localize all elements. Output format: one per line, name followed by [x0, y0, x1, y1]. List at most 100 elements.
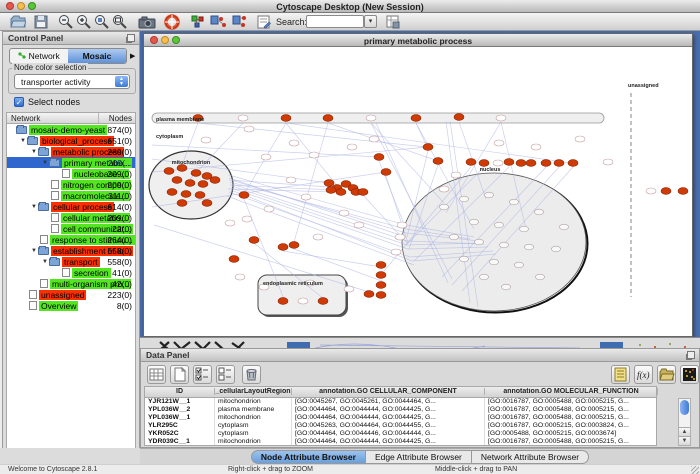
tab-node-attribute-browser[interactable]: Node Attribute Browser — [251, 450, 366, 464]
graph-node-unselected[interactable] — [450, 234, 459, 240]
graph-node-selected[interactable] — [289, 242, 299, 249]
data-table-cell[interactable]: mitochondrion — [215, 438, 292, 446]
graph-node-unselected[interactable] — [520, 226, 529, 232]
graph-node-selected[interactable] — [185, 180, 195, 187]
graph-node-selected[interactable] — [323, 115, 333, 122]
graph-node-unselected[interactable] — [531, 144, 541, 150]
tree-row[interactable]: macromolecule...311(0) — [7, 190, 135, 201]
background-window-strip[interactable] — [140, 337, 700, 348]
function-builder-icon[interactable]: f(x) — [634, 365, 653, 384]
combobox-stepper-icon[interactable]: ▲▼ — [115, 76, 128, 87]
data-column-header[interactable]: ID — [145, 388, 215, 395]
data-column-header[interactable]: annotation.GO MOLECULAR_FUNCTION — [485, 388, 658, 395]
tree-row[interactable]: unassigned223(0) — [7, 289, 135, 300]
graph-node-unselected[interactable] — [460, 196, 469, 202]
tab-network-attribute-browser[interactable]: Network Attribute Browser — [472, 450, 589, 464]
zoom-in-icon[interactable] — [76, 14, 92, 30]
graph-node-unselected[interactable] — [646, 188, 656, 194]
graph-node-selected[interactable] — [466, 159, 476, 166]
search-dropdown-icon[interactable]: ▾ — [364, 15, 377, 28]
tree-row[interactable]: ▼metabolic process280(0) — [7, 146, 135, 157]
graph-node-selected[interactable] — [554, 160, 564, 167]
data-table-cell[interactable]: cytoplasm — [215, 422, 292, 430]
graph-node-selected[interactable] — [167, 189, 177, 196]
tree-row[interactable]: mosaic-demo-yeast874(0) — [7, 124, 135, 135]
graph-node-unselected[interactable] — [225, 220, 235, 226]
tree-row[interactable]: cell communicat...22(0) — [7, 223, 135, 234]
data-table-cell[interactable]: [GO:0005488, GO:0005215, GO:0003674] — [485, 430, 657, 438]
first-neighbors-icon[interactable] — [210, 14, 226, 30]
scrollbar-thumb[interactable] — [680, 400, 689, 415]
graph-node-unselected[interactable] — [525, 244, 534, 250]
tree-row[interactable]: nitrogen compo...209(0) — [7, 179, 135, 190]
tree-column-network[interactable]: Network — [7, 113, 99, 123]
data-column-header[interactable]: _cellularLayoutRegion — [215, 388, 292, 395]
tree-row[interactable]: ▼transport558(0) — [7, 256, 135, 267]
graph-node-unselected[interactable] — [354, 222, 364, 228]
graph-node-selected[interactable] — [661, 188, 671, 195]
graph-node-selected[interactable] — [336, 189, 346, 196]
graph-node-selected[interactable] — [526, 160, 536, 167]
data-table-cell[interactable]: mitochondrion — [215, 398, 292, 406]
graph-node-unselected[interactable] — [500, 242, 509, 248]
graph-node-selected[interactable] — [376, 292, 386, 299]
graph-node-selected[interactable] — [210, 177, 220, 184]
graph-node-selected[interactable] — [164, 168, 174, 175]
tab-edge-attribute-browser[interactable]: Edge Attribute Browser — [366, 450, 472, 464]
graph-node-selected[interactable] — [326, 187, 336, 194]
graph-node-unselected[interactable] — [494, 140, 504, 146]
tree-row[interactable]: Overview8(0) — [7, 300, 135, 311]
graph-node-selected[interactable] — [454, 114, 464, 121]
data-table-cell[interactable]: [GO:0044464, GO:0044444, GO:0044425, G..… — [292, 414, 485, 422]
tab-overflow-icon[interactable]: ▶ — [130, 52, 135, 60]
graph-node-unselected[interactable] — [264, 206, 274, 212]
graph-node-selected[interactable] — [364, 291, 374, 298]
graph-node-selected[interactable] — [278, 298, 288, 305]
zoom-fit-icon[interactable] — [112, 14, 128, 30]
graph-node-unselected[interactable] — [238, 115, 248, 121]
graph-node-unselected[interactable] — [515, 262, 524, 268]
graph-node-unselected[interactable] — [395, 234, 405, 240]
graph-node-selected[interactable] — [568, 160, 578, 167]
data-table-cell[interactable]: YPL036W__2 — [145, 406, 215, 414]
data-table-row[interactable]: YKR052Ccytoplasm[GO:0044464, GO:0044446,… — [145, 430, 656, 438]
graph-node-selected[interactable] — [278, 244, 288, 251]
graph-node-unselected[interactable] — [475, 239, 484, 245]
tree-row[interactable]: cellular metabo...209(0) — [7, 212, 135, 223]
data-table-cell[interactable]: YPL036W__1 — [145, 414, 215, 422]
select-mode-icon[interactable] — [190, 14, 206, 30]
graph-node-unselected[interactable] — [480, 274, 489, 280]
data-column-header[interactable]: annotation.GO CELLULAR_COMPONENT — [292, 388, 485, 395]
annotations-icon[interactable] — [256, 14, 272, 30]
resize-grip[interactable] — [691, 466, 699, 474]
graph-node-unselected[interactable] — [496, 115, 506, 121]
graph-node-unselected[interactable] — [603, 159, 613, 165]
data-table-cell[interactable]: [GO:0016787, GO:0005488, GO:0005215, G..… — [485, 438, 657, 446]
graph-node-unselected[interactable] — [369, 136, 379, 142]
zoom-selected-region-icon[interactable] — [94, 14, 110, 30]
data-table-cell[interactable]: [GO:0045263, GO:0044464, GO:0044455, G..… — [292, 422, 485, 430]
import-attributes-icon[interactable] — [657, 365, 676, 384]
data-table-cell[interactable]: cytoplasm — [215, 430, 292, 438]
data-table-cell[interactable]: YKR052C — [145, 430, 215, 438]
plasma-membrane-region[interactable] — [152, 113, 604, 123]
graph-node-selected[interactable] — [358, 189, 368, 196]
graph-node-unselected[interactable] — [347, 144, 357, 150]
tree-row[interactable]: multi-organism pro...42(0) — [7, 278, 135, 289]
graph-node-unselected[interactable] — [309, 152, 319, 158]
expand-triangle-icon[interactable]: ▼ — [31, 248, 38, 254]
delete-attribute-icon[interactable] — [242, 365, 261, 384]
tree-row[interactable]: response to stimulu...264(0) — [7, 234, 135, 245]
attribute-matrix-icon[interactable] — [680, 365, 699, 384]
data-table-cell[interactable]: mitochondrion — [215, 414, 292, 422]
tree-row[interactable]: ▼cellular process614(0) — [7, 201, 135, 212]
graph-node-selected[interactable] — [281, 115, 291, 122]
graph-node-selected[interactable] — [195, 192, 205, 199]
graph-node-unselected[interactable] — [242, 216, 252, 222]
expand-triangle-icon[interactable]: ▼ — [42, 259, 49, 265]
graph-node-unselected[interactable] — [298, 298, 308, 304]
graph-node-selected[interactable] — [411, 115, 421, 122]
data-table-cell[interactable]: [GO:0016787, GO:0005488, GO:0005215, G..… — [485, 406, 657, 414]
data-table-cell[interactable]: plasma membrane — [215, 406, 292, 414]
help-icon[interactable] — [164, 14, 180, 30]
